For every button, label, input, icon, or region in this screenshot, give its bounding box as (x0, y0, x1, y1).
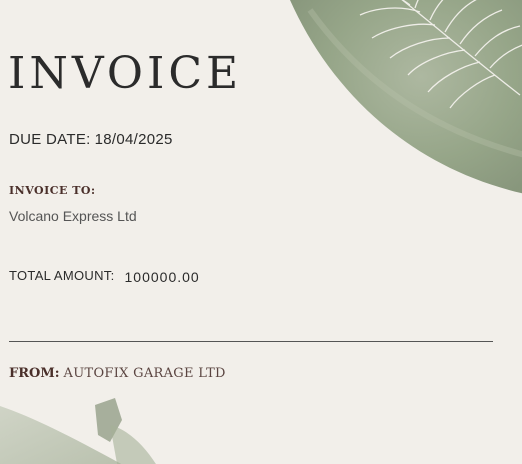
invoice-page: INVOICE DUE DATE: 18/04/2025 INVOICE TO: … (0, 0, 522, 464)
total-amount-row: TOTAL AMOUNT: 100000.00 (9, 267, 200, 285)
total-amount-value: 100000.00 (124, 269, 200, 285)
from-label: FROM: (9, 366, 60, 381)
watercolor-leaf-decoration (290, 0, 522, 194)
invoice-to-label: INVOICE TO: (9, 184, 96, 197)
from-row: FROM: AUTOFIX GARAGE LTD (9, 366, 226, 381)
from-value: AUTOFIX GARAGE LTD (63, 366, 226, 381)
invoice-to-value: Volcano Express Ltd (9, 208, 137, 224)
divider-line (9, 341, 493, 342)
invoice-title: INVOICE (8, 48, 243, 99)
due-date-row: DUE DATE: 18/04/2025 (9, 131, 173, 148)
fern-line-art (359, 0, 522, 109)
due-date-label: DUE DATE: (9, 131, 91, 148)
due-date-value: 18/04/2025 (94, 131, 173, 148)
total-amount-label: TOTAL AMOUNT: (9, 268, 115, 283)
watercolor-leaf-bottom-decoration (0, 398, 156, 464)
